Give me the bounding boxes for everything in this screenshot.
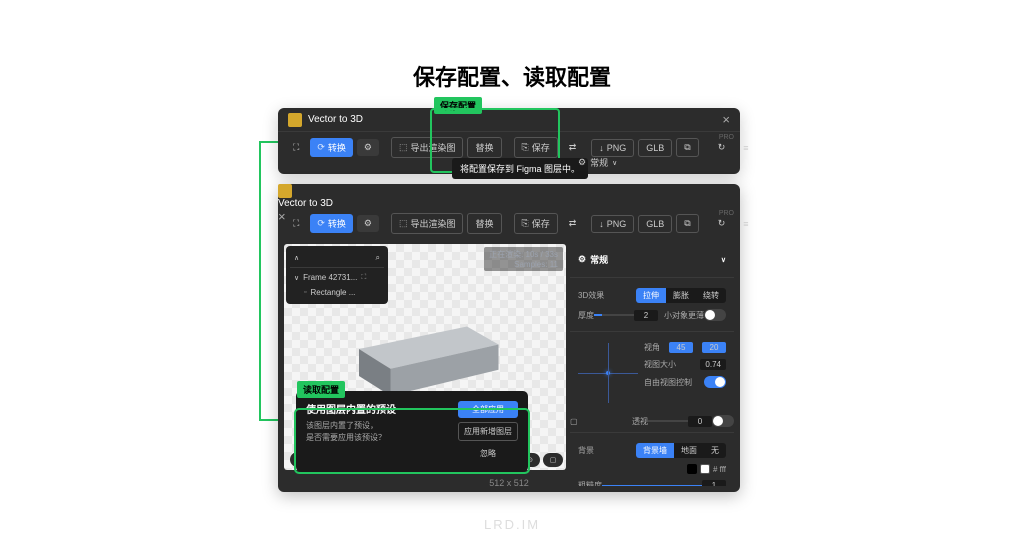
tooltip-save-config: 将配置保存到 Figma 图层中。 <box>452 158 588 179</box>
view-gizmo[interactable] <box>578 343 638 403</box>
layer-frame[interactable]: ∨ Frame 42731... ⛶ <box>290 270 384 285</box>
swap-button[interactable]: ⇄ <box>562 215 584 232</box>
fit-button[interactable]: ⛶ <box>286 139 306 156</box>
refresh-button[interactable]: ↻ <box>711 215 733 232</box>
render-status: 正在渲染: 10s / 33s Samples: 11 <box>484 247 563 271</box>
viewport-box-icon[interactable]: ▢ <box>543 453 563 467</box>
free-view-toggle[interactable] <box>704 376 726 388</box>
panel-load-config: Vector to 3D × ⛶ ⟳转换 ⚙ ⬚导出渲染图 替换 ⎘保存 ⇄ ↓… <box>278 184 740 492</box>
camera-icon[interactable]: ▢ <box>570 417 578 426</box>
copy-button[interactable]: ⧉ <box>676 214 698 233</box>
layer-rectangle[interactable]: ▫ Rectangle ... <box>290 285 384 300</box>
download-png-button[interactable]: ↓PNG <box>591 215 634 233</box>
settings-icon[interactable]: ⚙ <box>357 139 379 156</box>
apply-new-layers-button[interactable]: 应用新增图层 <box>458 422 518 441</box>
replace-button[interactable]: 替换 <box>467 137 501 158</box>
preset-title: 使用图层内置的预设 <box>306 401 452 416</box>
fit-button[interactable]: ⛶ <box>286 215 306 232</box>
ignore-button[interactable]: 忽略 <box>458 445 518 462</box>
gear-icon[interactable]: ⚙ <box>578 157 586 168</box>
thin-small-toggle[interactable] <box>704 309 726 321</box>
swap-button[interactable]: ⇄ <box>562 139 584 156</box>
menu-button[interactable]: ≡ <box>736 216 755 232</box>
refresh-button[interactable]: ↻ <box>711 139 733 156</box>
export-render-button[interactable]: ⬚导出渲染图 <box>391 213 464 234</box>
thickness-label: 厚度 <box>578 310 594 321</box>
save-button[interactable]: ⎘保存 <box>514 137 558 158</box>
panel-save-config: 保存配置 Vector to 3D × ⛶ ⟳转换 ⚙ ⬚导出渲染图 替换 ⎘保… <box>278 108 740 174</box>
watermark: LRD.IM <box>484 517 540 532</box>
label-save-config: 保存配置 <box>434 97 482 114</box>
download-glb-button[interactable]: GLB <box>638 139 672 157</box>
roughness-slider[interactable] <box>602 485 702 487</box>
perspective-toggle[interactable] <box>712 415 734 427</box>
effect3d-label: 3D效果 <box>578 290 604 301</box>
settings-icon[interactable]: ⚙ <box>357 215 379 232</box>
export-render-button[interactable]: ⬚导出渲染图 <box>391 137 464 158</box>
background-segment[interactable]: 背景墙 地面 无 <box>636 443 726 458</box>
download-glb-button[interactable]: GLB <box>638 215 672 233</box>
side-panel: ⚙常规∨ 3D效果 拉伸 膨胀 绕转 厚度 2 小对象更薄 <box>570 244 734 486</box>
color-black[interactable] <box>687 464 697 474</box>
preset-popup: 读取配置 使用图层内置的预设 该图层内置了预设，是否需要应用该预设？ 全部应用 … <box>296 391 528 472</box>
effect3d-segment[interactable]: 拉伸 膨胀 绕转 <box>636 288 726 303</box>
page-title: 保存配置、读取配置 <box>413 60 611 92</box>
background-label: 背景 <box>578 445 594 456</box>
copy-button[interactable]: ⧉ <box>676 138 698 157</box>
thickness-slider[interactable] <box>594 314 634 316</box>
general-tab[interactable]: 常规 <box>590 156 608 169</box>
convert-button[interactable]: ⟳转换 <box>310 214 353 233</box>
close-icon[interactable]: × <box>722 112 730 127</box>
replace-button[interactable]: 替换 <box>467 213 501 234</box>
collapse-icon[interactable]: ∧ <box>294 254 299 262</box>
download-png-button[interactable]: ↓PNG <box>591 139 634 157</box>
search-icon[interactable]: ⌕ <box>376 253 380 263</box>
color-white[interactable] <box>700 464 710 474</box>
save-button[interactable]: ⎘保存 <box>514 213 558 234</box>
plugin-icon <box>278 184 292 198</box>
apply-all-button[interactable]: 全部应用 <box>458 401 518 418</box>
pro-badge: PRO <box>719 134 734 141</box>
canvas-dimensions: 512 x 512 <box>489 478 529 488</box>
plugin-title: Vector to 3D <box>308 114 722 125</box>
perspective-slider[interactable] <box>648 420 688 422</box>
pro-badge: PRO <box>719 210 734 217</box>
layer-panel: ∧ ⌕ ∨ Frame 42731... ⛶ ▫ Rectangle ... <box>286 246 388 304</box>
menu-button[interactable]: ≡ <box>736 140 755 156</box>
convert-button[interactable]: ⟳转换 <box>310 138 353 157</box>
plugin-icon <box>288 113 302 127</box>
thin-small-label: 小对象更薄 <box>664 310 704 321</box>
label-load-config: 读取配置 <box>297 381 345 398</box>
preset-desc: 该图层内置了预设，是否需要应用该预设？ <box>306 420 452 444</box>
frame-spread-icon[interactable]: ⛶ <box>361 274 366 282</box>
side-general-header[interactable]: ⚙常规∨ <box>578 249 726 270</box>
